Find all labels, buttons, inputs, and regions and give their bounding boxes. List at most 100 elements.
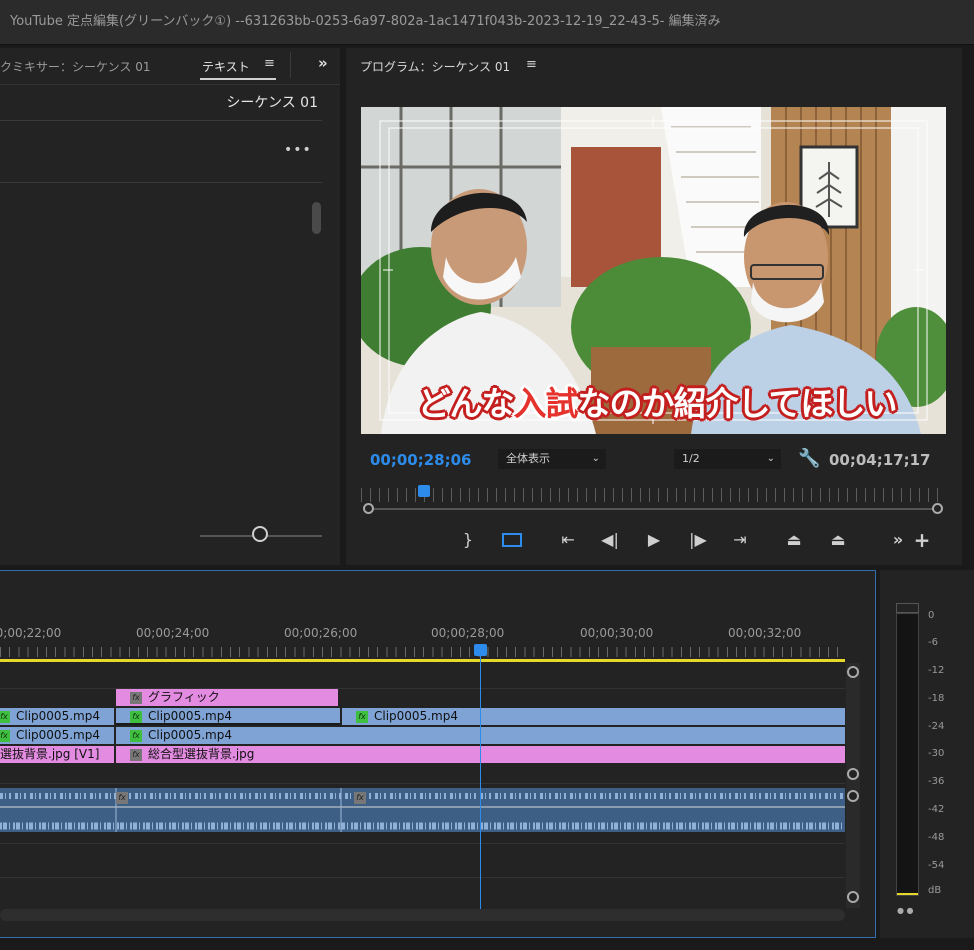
panel-tab-bar: クミキサー：シーケンス 01 テキスト ≡ » — [0, 48, 340, 85]
divider — [0, 182, 322, 183]
fit-zoom-select[interactable]: 全体表示 ⌄ — [498, 449, 606, 469]
meter-scale-label: -54 — [928, 860, 945, 871]
go-to-in-icon[interactable]: ⇤ — [556, 530, 580, 549]
scroll-handle-left[interactable] — [363, 503, 374, 514]
more-options-icon[interactable]: ••• — [284, 142, 312, 158]
video-clip[interactable]: fx Clip0005.mp4 — [342, 708, 845, 725]
audio-meter-panel: 0 -6 -12 -18 -24 -30 -36 -42 -48 -54 dB … — [880, 570, 974, 938]
ruler-label: 00;00;22;00 — [0, 626, 62, 640]
scrollbar-thumb[interactable] — [312, 202, 321, 234]
tab-audio-clip-mixer[interactable]: クミキサー：シーケンス 01 — [0, 58, 151, 75]
scroll-handle[interactable] — [847, 790, 859, 802]
clip-label: Clip0005.mp4 — [16, 709, 100, 723]
timeline-ruler-ticks[interactable] — [0, 647, 845, 657]
ruler-label: 00;00;32;00 — [728, 626, 802, 640]
program-monitor: プログラム：シーケンス 01 ≡ どんな入試なのか紹介してほしい 00;00;2… — [346, 48, 962, 565]
subtitle-highlight: 入試 — [513, 384, 578, 423]
fx-badge-icon: fx — [130, 729, 142, 742]
timeline-panel: 00;00;22;00 00;00;24;00 00;00;26;00 00;0… — [0, 570, 876, 938]
zoom-slider-handle[interactable] — [252, 526, 268, 542]
clip-label: Clip0005.mp4 — [148, 709, 232, 723]
meter-scale-label: -36 — [928, 776, 945, 787]
meter-scale-label: -24 — [928, 721, 945, 732]
step-forward-icon[interactable]: |▶ — [686, 530, 710, 549]
go-to-out-icon[interactable]: ⇥ — [728, 530, 752, 549]
extract-icon[interactable]: ⏏ — [824, 530, 852, 549]
wrench-settings-icon[interactable]: 🔧 — [798, 448, 820, 469]
overflow-controls-icon[interactable]: » — [890, 530, 906, 549]
timeline-playhead-line — [480, 656, 481, 909]
scroll-handle-right[interactable] — [932, 503, 943, 514]
level-meter-fill — [897, 893, 918, 895]
ruler-label: 00;00;26;00 — [284, 626, 358, 640]
playback-resolution-value: 1/2 — [682, 452, 700, 465]
graphic-clip[interactable]: fx グラフィック — [116, 689, 338, 706]
step-back-icon[interactable]: ◀| — [598, 530, 622, 549]
solo-buttons-icon[interactable]: ● ● — [897, 906, 914, 915]
fit-zoom-value: 全体表示 — [506, 452, 550, 465]
level-meter — [896, 613, 919, 896]
scroll-handle[interactable] — [847, 666, 859, 678]
timeline-playhead-handle[interactable] — [474, 644, 487, 656]
ruler-label: 00;00;28;00 — [431, 626, 505, 640]
window-title: YouTube 定点編集(グリーンバック①) --631263bb-0253-6… — [10, 14, 721, 29]
clip-label: グラフィック — [148, 690, 220, 704]
meter-scale-label: -18 — [928, 693, 945, 704]
fx-badge-icon: fx — [0, 710, 10, 723]
fx-badge-icon: fx — [116, 792, 128, 804]
lift-icon[interactable]: ⏏ — [780, 530, 808, 549]
program-scroll-track[interactable] — [366, 508, 938, 510]
meter-scale-label: dB — [928, 885, 942, 896]
track-divider — [0, 877, 845, 878]
fx-badge-icon: fx — [130, 748, 142, 761]
meter-scale-label: -48 — [928, 832, 945, 843]
chevron-down-icon: ⌄ — [766, 453, 775, 464]
timeline-vertical-scrollbar[interactable] — [846, 663, 860, 908]
image-clip[interactable]: 選抜背景.jpg [V1] — [0, 746, 114, 763]
safe-margins-button[interactable] — [502, 533, 522, 547]
clip-label: 選抜背景.jpg [V1] — [0, 747, 100, 761]
video-clip[interactable]: fx Clip0005.mp4 — [116, 708, 340, 725]
video-preview[interactable]: どんな入試なのか紹介してほしい — [361, 107, 946, 434]
tab-program[interactable]: プログラム：シーケンス 01 — [360, 58, 510, 75]
subtitle-caption: どんな入試なのか紹介してほしい — [417, 384, 897, 423]
meter-scale-label: -42 — [928, 804, 945, 815]
divider — [0, 120, 322, 121]
fx-badge-icon: fx — [356, 710, 368, 723]
duration-timecode: 00;04;17;17 — [829, 451, 931, 469]
play-icon[interactable]: ▶ — [642, 530, 666, 549]
mark-out-icon[interactable]: } — [458, 530, 478, 549]
peak-indicators — [896, 603, 919, 613]
work-area-bar[interactable] — [0, 659, 845, 662]
panel-menu-icon[interactable]: ≡ — [264, 56, 275, 71]
meter-scale-label: 0 — [928, 610, 935, 621]
track-divider — [0, 843, 845, 844]
panel-menu-icon[interactable]: ≡ — [526, 57, 537, 72]
program-playhead[interactable] — [418, 485, 430, 497]
panel-overflow-icon[interactable]: » — [318, 54, 328, 72]
audio-clip[interactable]: fx fx — [0, 788, 845, 832]
current-timecode[interactable]: 00;00;28;06 — [370, 451, 472, 469]
fx-badge-icon: fx — [130, 691, 142, 704]
tab-divider — [290, 52, 291, 78]
playback-resolution-select[interactable]: 1/2 ⌄ — [674, 449, 781, 469]
clip-label: 総合型選抜背景.jpg — [148, 747, 255, 761]
program-ruler[interactable] — [361, 488, 946, 502]
meter-scale-label: -30 — [928, 748, 945, 759]
timeline-horizontal-scrollbar[interactable] — [0, 909, 845, 921]
tab-text[interactable]: テキスト — [202, 58, 250, 75]
fx-badge-icon: fx — [0, 729, 10, 742]
scroll-handle[interactable] — [847, 891, 859, 903]
clip-label: Clip0005.mp4 — [148, 728, 232, 742]
meter-scale-label: -12 — [928, 665, 945, 676]
scroll-handle[interactable] — [847, 768, 859, 780]
meter-scale-label: -6 — [928, 637, 938, 648]
video-clip[interactable]: fx Clip0005.mp4 — [0, 727, 114, 744]
chevron-down-icon: ⌄ — [591, 453, 600, 464]
fx-badge-icon: fx — [130, 710, 142, 723]
button-editor-add-icon[interactable]: + — [912, 528, 932, 552]
clip-label: Clip0005.mp4 — [374, 709, 458, 723]
text-panel: クミキサー：シーケンス 01 テキスト ≡ » シーケンス 01 ••• — [0, 48, 340, 565]
video-clip[interactable]: fx Clip0005.mp4 — [0, 708, 114, 725]
fx-badge-icon: fx — [354, 792, 366, 804]
